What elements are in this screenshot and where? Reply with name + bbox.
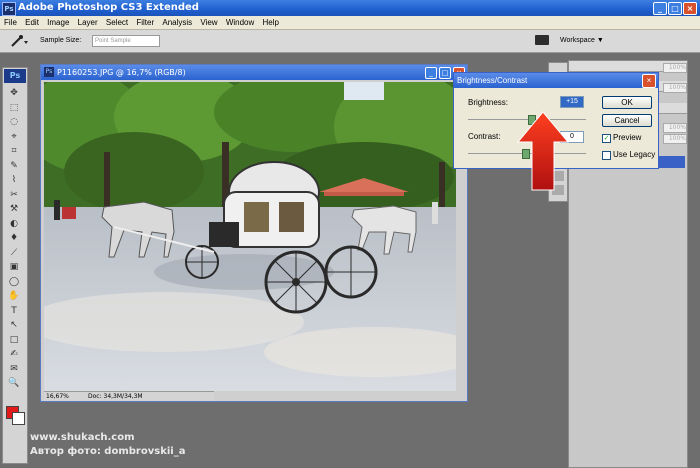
- opacity-field[interactable]: 100%: [663, 123, 687, 133]
- tool-icon[interactable]: ✂: [7, 190, 21, 200]
- tool-icon[interactable]: ✍: [7, 349, 21, 359]
- percent-field[interactable]: 100%: [663, 83, 687, 93]
- zoom-level[interactable]: 16,67%: [46, 392, 69, 401]
- menu-file[interactable]: File: [4, 18, 17, 27]
- document-canvas-photo[interactable]: [44, 82, 456, 391]
- tool-icon[interactable]: ◯: [7, 277, 21, 287]
- photoshop-app-icon: Ps: [2, 2, 16, 16]
- tool-icon[interactable]: ◌: [7, 117, 21, 127]
- sample-size-select[interactable]: Point Sample: [92, 35, 160, 47]
- tool-icon[interactable]: T: [7, 306, 21, 316]
- workspace-icon[interactable]: [535, 35, 549, 45]
- dialog-close-button[interactable]: ×: [642, 74, 656, 88]
- watermark-author: Автор фото: dombrovskii_a: [30, 446, 186, 457]
- contrast-label: Contrast:: [468, 132, 501, 141]
- options-bar: Sample Size: Point Sample Workspace ▼: [0, 30, 700, 53]
- watermark-site: www.shukach.com: [30, 432, 135, 443]
- tool-icon[interactable]: ▣: [7, 262, 21, 272]
- menu-image[interactable]: Image: [47, 18, 69, 27]
- preview-label: Preview: [613, 133, 642, 142]
- menu-edit[interactable]: Edit: [25, 18, 39, 27]
- menu-bar: File Edit Image Layer Select Filter Anal…: [0, 16, 700, 30]
- tool-icon[interactable]: ⌖: [7, 132, 21, 142]
- document-status-bar: 16,67% Doc: 34,3M/34,3M: [44, 391, 214, 401]
- menu-filter[interactable]: Filter: [136, 18, 154, 27]
- document-window: Ps P1160253.JPG @ 16,7% (RGB/8) _ □ ×: [40, 64, 468, 402]
- cancel-button[interactable]: Cancel: [602, 114, 652, 127]
- document-size-info[interactable]: Doc: 34,3M/34,3M: [88, 392, 143, 401]
- annotation-arrow-icon: [516, 111, 570, 191]
- tool-icon[interactable]: 🔍: [7, 378, 21, 388]
- use-legacy-checkbox[interactable]: [602, 151, 611, 160]
- menu-view[interactable]: View: [200, 18, 217, 27]
- document-minimize-button[interactable]: _: [425, 67, 437, 79]
- percent-field[interactable]: 100%: [663, 63, 687, 73]
- tool-icon[interactable]: ⌗: [7, 146, 21, 156]
- toolbox: Ps ✥ ⬚ ◌ ⌖ ⌗ ✎ ⌇ ✂ ⚒ ◐ ♦ ⟋ ▣ ◯ ✋ T ↖ □ ✍ ✉ 🔍: [2, 67, 28, 464]
- menu-select[interactable]: Select: [106, 18, 128, 27]
- app-title: Adobe Photoshop CS3 Extended: [18, 2, 199, 13]
- tool-icon[interactable]: ⟋: [7, 248, 21, 258]
- tool-icon[interactable]: ◐: [7, 219, 21, 229]
- tool-icon[interactable]: ⚒: [7, 204, 21, 214]
- menu-layer[interactable]: Layer: [78, 18, 98, 27]
- menu-window[interactable]: Window: [226, 18, 254, 27]
- document-title: P1160253.JPG @ 16,7% (RGB/8): [57, 68, 186, 77]
- brightness-input[interactable]: +15: [560, 96, 584, 108]
- document-ps-icon: Ps: [44, 67, 54, 77]
- background-color-swatch[interactable]: [12, 412, 25, 425]
- document-maximize-button[interactable]: □: [439, 67, 451, 79]
- eyedropper-icon[interactable]: [8, 34, 28, 48]
- tool-icon[interactable]: ↖: [7, 320, 21, 330]
- sample-size-label: Sample Size:: [40, 37, 82, 44]
- photoshop-logo[interactable]: Ps: [4, 69, 26, 83]
- tool-icon[interactable]: ✋: [7, 291, 21, 301]
- menu-help[interactable]: Help: [263, 18, 279, 27]
- tool-icon[interactable]: ✎: [7, 161, 21, 171]
- brightness-label: Brightness:: [468, 98, 509, 107]
- preview-checkbox[interactable]: ✓: [602, 134, 611, 143]
- app-title-bar: Ps Adobe Photoshop CS3 Extended _ □ ×: [0, 0, 700, 16]
- workspace-menu[interactable]: Workspace ▼: [560, 37, 604, 44]
- document-title-bar[interactable]: Ps P1160253.JPG @ 16,7% (RGB/8) _ □ ×: [41, 65, 467, 80]
- tool-icon[interactable]: ♦: [7, 233, 21, 243]
- use-legacy-label: Use Legacy: [613, 150, 656, 159]
- maximize-button[interactable]: □: [668, 2, 682, 15]
- menu-analysis[interactable]: Analysis: [162, 18, 192, 27]
- dialog-title: Brightness/Contrast: [457, 76, 528, 85]
- tool-icon[interactable]: ✥: [7, 88, 21, 98]
- tool-icon[interactable]: ⌇: [7, 175, 21, 185]
- tool-icon[interactable]: □: [7, 335, 21, 345]
- tool-icon[interactable]: ✉: [7, 364, 21, 374]
- dialog-title-bar[interactable]: Brightness/Contrast ×: [454, 73, 658, 88]
- close-button[interactable]: ×: [683, 2, 697, 15]
- minimize-button[interactable]: _: [653, 2, 667, 15]
- ok-button[interactable]: OK: [602, 96, 652, 109]
- tool-icon[interactable]: ⬚: [7, 103, 21, 113]
- fill-field[interactable]: 100%: [663, 134, 687, 144]
